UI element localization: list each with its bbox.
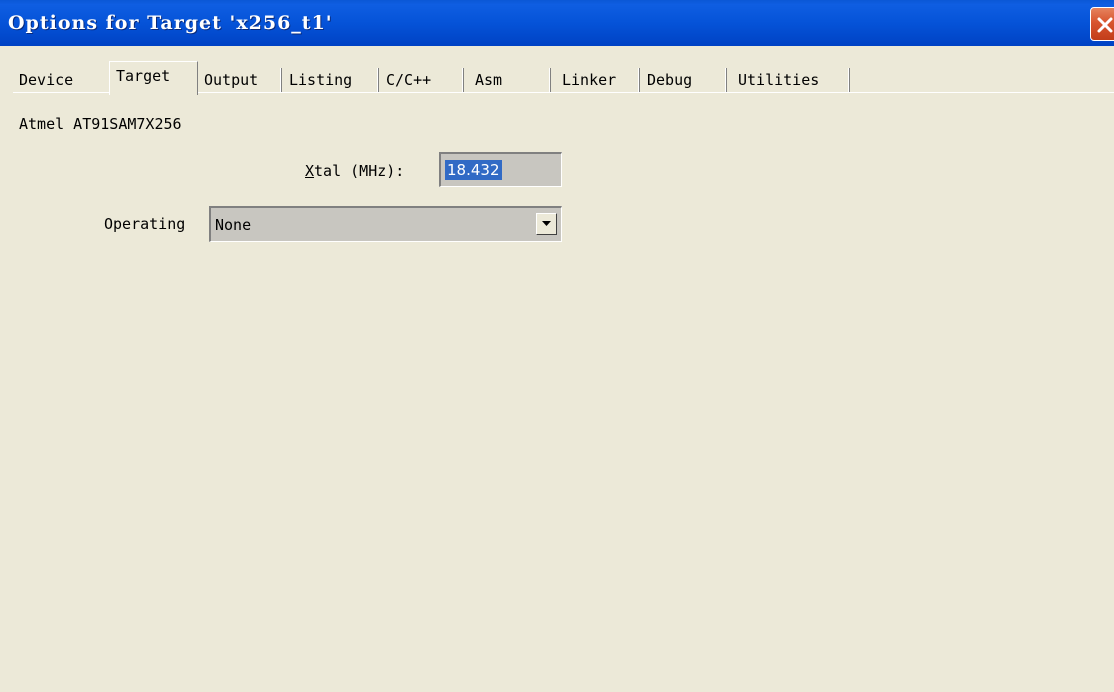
tab-utilities[interactable]: Utilities [728, 67, 850, 93]
operating-value: None [215, 216, 252, 234]
chevron-down-icon [542, 221, 551, 226]
tab-label: C/C++ [386, 71, 432, 89]
tab-output[interactable]: Output [198, 67, 282, 93]
close-button[interactable] [1090, 7, 1114, 41]
tab-separator [725, 68, 727, 92]
tab-label: Debug [647, 71, 693, 89]
tab-separator [549, 68, 551, 92]
close-icon [1097, 17, 1113, 33]
operating-label: Operating [104, 215, 186, 233]
options-dialog: Options for Target 'x256_t1' Device Targ… [0, 0, 1114, 692]
tab-label: Output [204, 71, 259, 89]
xtal-label: Xtal (MHz): [305, 162, 404, 180]
xtal-label-text: tal (MHz): [314, 162, 405, 180]
tab-c-cpp[interactable]: C/C++ [380, 67, 464, 93]
tab-separator [848, 68, 850, 92]
tab-separator [462, 68, 464, 92]
tab-strip: Device Target Output Listing C/C++ Asm L… [13, 61, 1114, 95]
tab-separator [280, 68, 282, 92]
xtal-input[interactable]: 18.432 [439, 152, 562, 187]
tab-label: Listing [289, 71, 353, 89]
tab-label: Device [19, 71, 74, 89]
title-bar[interactable]: Options for Target 'x256_t1' [0, 0, 1114, 46]
tab-device[interactable]: Device [13, 67, 108, 93]
tab-label: Target [116, 67, 171, 85]
xtal-value: 18.432 [445, 160, 502, 180]
tab-label: Asm [475, 71, 503, 89]
operating-dropdown-button[interactable] [536, 213, 557, 235]
tab-target[interactable]: Target [109, 61, 198, 95]
tab-debug[interactable]: Debug [641, 67, 727, 93]
tab-label: Utilities [738, 71, 820, 89]
window-title: Options for Target 'x256_t1' [8, 12, 333, 34]
tab-asm[interactable]: Asm [465, 67, 551, 93]
operating-select[interactable]: None [209, 206, 562, 242]
tab-separator [377, 68, 379, 92]
tab-separator [638, 68, 640, 92]
device-name: Atmel AT91SAM7X256 [19, 115, 182, 133]
tab-linker[interactable]: Linker [552, 67, 640, 93]
tab-label: Linker [562, 71, 617, 89]
xtal-label-mnemonic: X [305, 162, 315, 180]
tab-listing[interactable]: Listing [283, 67, 379, 93]
